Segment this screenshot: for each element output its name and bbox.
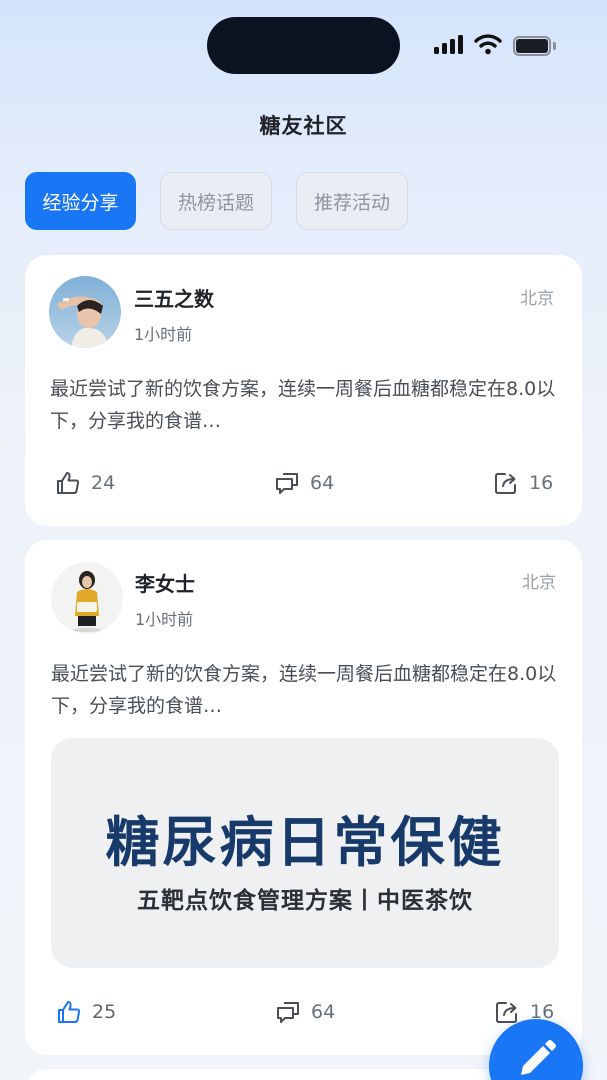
like-count: 24 [91, 472, 116, 494]
comment-button[interactable]: 64 [275, 999, 335, 1025]
author-name[interactable]: 三五之数 [134, 283, 214, 312]
tab-hot-topics[interactable]: 热榜话题 [160, 172, 272, 230]
comment-button[interactable]: 64 [274, 470, 334, 496]
share-button[interactable]: 16 [493, 470, 553, 496]
post-card[interactable]: 三五之数 1小时前 北京 最近尝试了新的饮食方案，连续一周餐后血糖都稳定在8.0… [25, 255, 582, 526]
page-title: 糖友社区 [259, 114, 348, 138]
comment-icon [277, 1002, 299, 1023]
post-time: 1小时前 [135, 610, 194, 629]
dynamic-island [207, 17, 400, 74]
post-time: 1小时前 [134, 325, 193, 344]
share-icon [495, 473, 516, 494]
comment-count: 64 [311, 1001, 336, 1023]
comment-icon [276, 473, 298, 494]
signal-icon [434, 34, 464, 54]
tab-experience-sharing[interactable]: 经验分享 [25, 172, 136, 230]
avatar[interactable] [49, 276, 121, 348]
post-location: 北京 [522, 573, 556, 593]
comment-count: 64 [310, 472, 335, 494]
like-button[interactable]: 24 [55, 470, 115, 496]
post-card[interactable]: 李女士 1小时前 北京 最近尝试了新的饮食方案，连续一周餐后血糖都稳定在8.0以… [25, 540, 582, 1055]
avatar[interactable] [51, 562, 123, 634]
post-image-subtitle: 五靶点饮食管理方案丨中医茶饮 [137, 888, 473, 914]
battery-icon [513, 36, 557, 56]
post-image-title: 糖尿病日常保健 [105, 811, 505, 874]
author-name[interactable]: 李女士 [135, 568, 195, 597]
tab-recommended-events[interactable]: 推荐活动 [296, 172, 408, 230]
wifi-icon [474, 34, 502, 55]
post-text[interactable]: 最近尝试了新的饮食方案，连续一周餐后血糖都稳定在8.0以下，分享我的食谱… [50, 373, 560, 437]
thumbs-up-icon [57, 472, 80, 494]
pencil-icon [521, 1040, 556, 1075]
post-image[interactable]: 糖尿病日常保健 五靶点饮食管理方案丨中医茶饮 [51, 738, 559, 968]
like-count: 25 [92, 1001, 117, 1023]
post-text[interactable]: 最近尝试了新的饮食方案，连续一周餐后血糖都稳定在8.0以下，分享我的食谱… [51, 658, 561, 722]
like-button[interactable]: 25 [56, 999, 116, 1025]
thumbs-up-icon [58, 1001, 81, 1023]
post-location: 北京 [520, 289, 554, 309]
share-icon [496, 1002, 517, 1023]
status-bar [0, 0, 607, 90]
share-count: 16 [529, 472, 554, 494]
